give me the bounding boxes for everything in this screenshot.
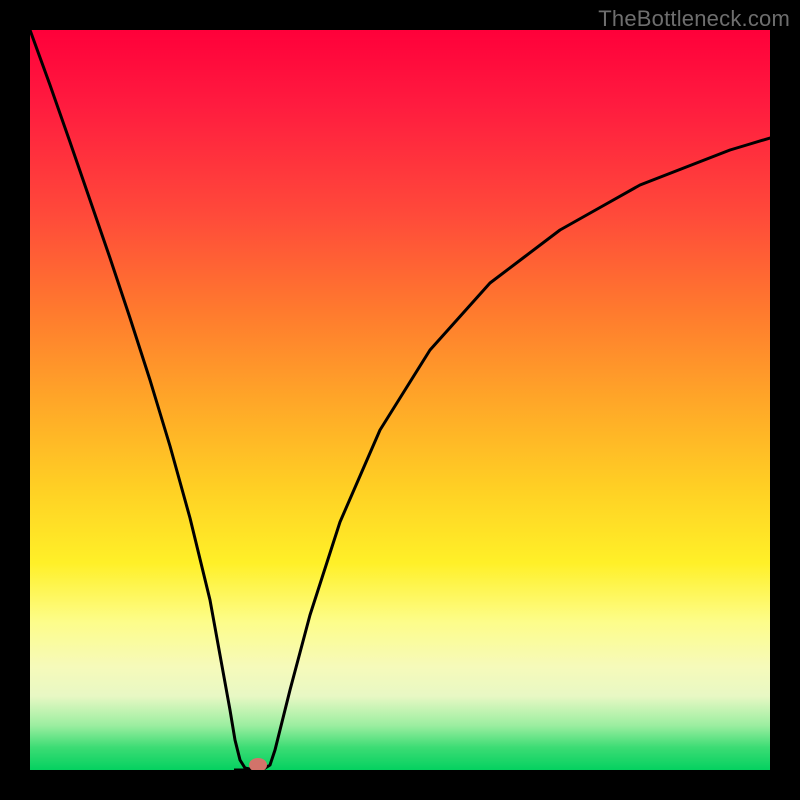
chart-frame: TheBottleneck.com xyxy=(0,0,800,800)
bottleneck-curve xyxy=(30,30,770,770)
plot-area xyxy=(30,30,770,770)
minimum-point-marker xyxy=(249,758,267,770)
curve-path xyxy=(30,30,770,770)
watermark-text: TheBottleneck.com xyxy=(598,6,790,32)
